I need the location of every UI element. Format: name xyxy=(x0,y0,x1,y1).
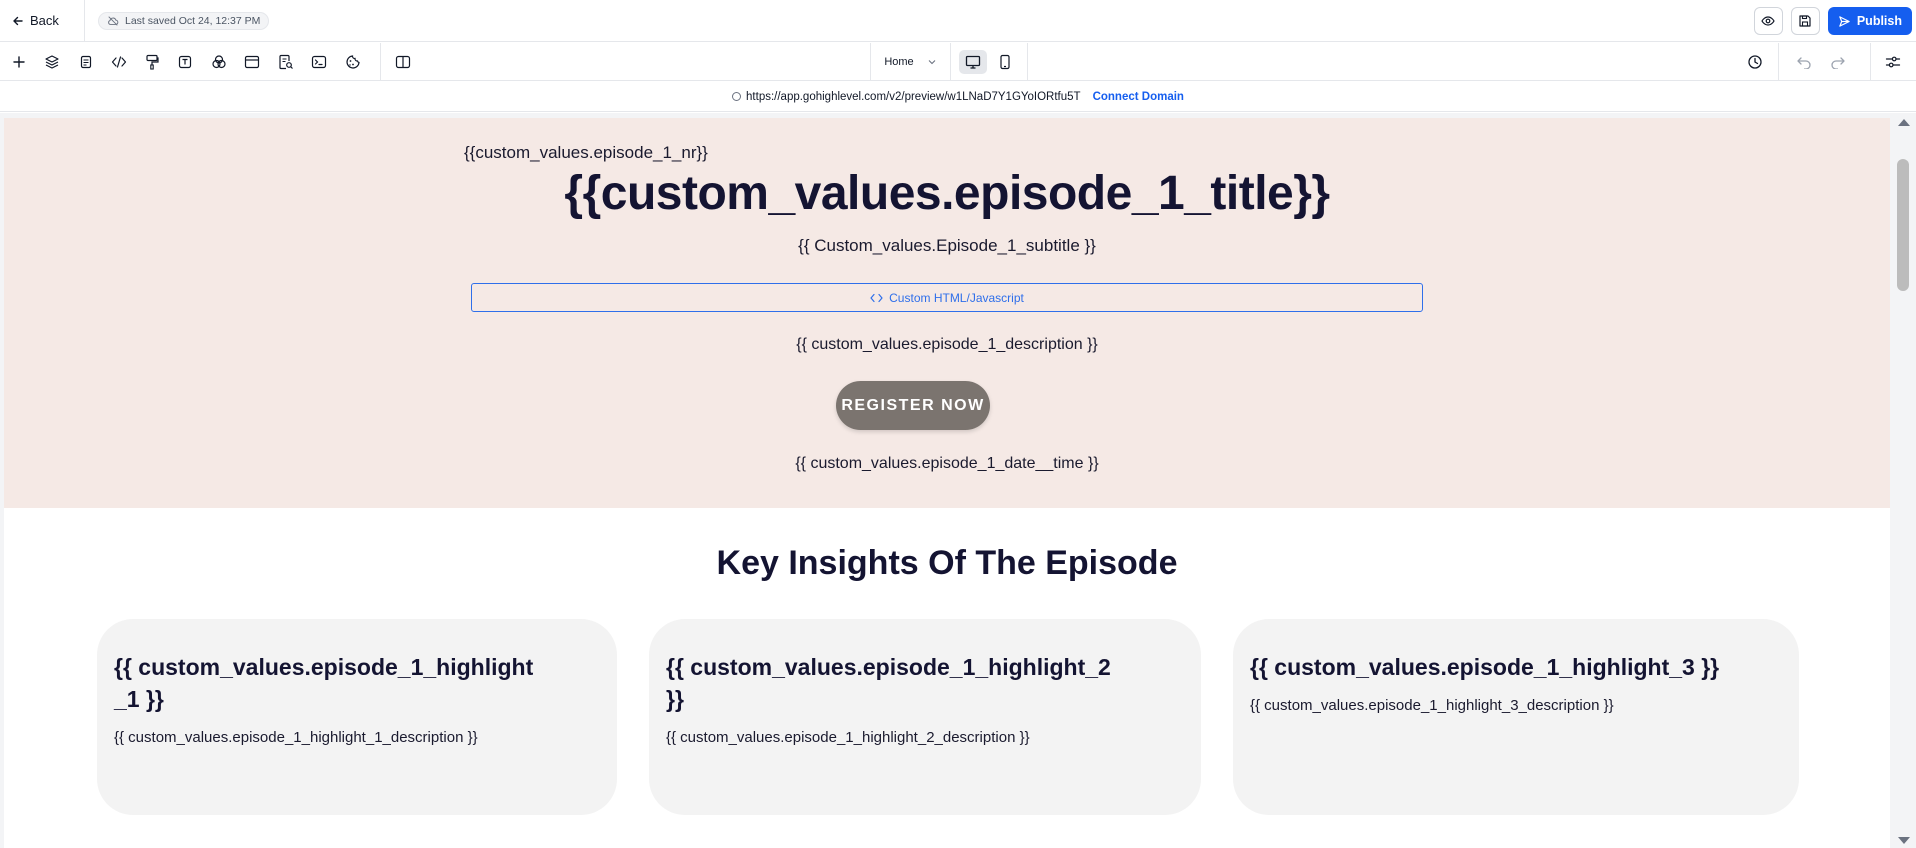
publish-button[interactable]: Publish xyxy=(1827,7,1912,35)
mobile-icon xyxy=(999,54,1011,70)
page-selector[interactable]: Home xyxy=(870,43,950,81)
highlight-description: {{ custom_values.episode_1_highlight_2_d… xyxy=(666,729,1030,746)
sliders-icon xyxy=(1885,55,1901,69)
highlight-card-2[interactable]: {{ custom_values.episode_1_highlight_2 }… xyxy=(649,619,1201,815)
scroll-down-icon[interactable] xyxy=(1898,837,1910,844)
layers-button[interactable] xyxy=(35,43,69,81)
back-label: Back xyxy=(30,13,59,28)
code-button[interactable] xyxy=(102,43,136,81)
custom-html-block[interactable]: Custom HTML/Javascript xyxy=(471,283,1423,312)
toolbar-divider xyxy=(1778,43,1779,81)
canvas-scrollbar[interactable] xyxy=(1890,113,1916,848)
register-now-button[interactable]: REGISTER NOW xyxy=(836,381,990,430)
highlight-title: {{ custom_values.episode_1_highlight_2 }… xyxy=(666,654,1111,712)
pages-icon xyxy=(79,55,93,69)
undo-button[interactable] xyxy=(1787,43,1821,81)
history-button[interactable] xyxy=(1738,43,1772,81)
styles-button[interactable] xyxy=(135,43,169,81)
split-view-button[interactable] xyxy=(386,43,420,81)
redo-button[interactable] xyxy=(1821,43,1855,81)
highlight-card-1[interactable]: {{ custom_values.episode_1_highlight_1 }… xyxy=(97,619,617,815)
arrow-left-icon xyxy=(12,15,24,27)
cookie-consent-button[interactable] xyxy=(336,43,370,81)
pages-button[interactable] xyxy=(69,43,103,81)
insights-heading[interactable]: Key Insights Of The Episode xyxy=(4,544,1890,583)
toolbar-divider xyxy=(950,43,951,81)
episode-title[interactable]: {{custom_values.episode_1_title}} xyxy=(4,166,1890,221)
add-icon xyxy=(12,55,26,69)
preview-button[interactable] xyxy=(1753,7,1783,35)
split-view-icon xyxy=(395,55,411,69)
scroll-up-icon[interactable] xyxy=(1898,119,1910,126)
toolbar-divider xyxy=(1870,43,1871,81)
send-icon xyxy=(1838,15,1851,28)
episode-number[interactable]: {{custom_values.episode_1_nr}} xyxy=(464,143,708,163)
settings-button[interactable] xyxy=(1876,43,1910,81)
paint-roller-icon xyxy=(145,54,159,70)
seo-button[interactable] xyxy=(269,43,303,81)
color-circles-icon xyxy=(211,54,227,70)
history-icon xyxy=(1747,54,1763,70)
redo-icon xyxy=(1830,55,1846,69)
text-icon xyxy=(178,55,192,69)
undo-icon xyxy=(1796,55,1812,69)
editor-toolbar: Home xyxy=(0,43,1916,81)
connect-domain-link[interactable]: Connect Domain xyxy=(1093,91,1184,103)
back-button[interactable]: Back xyxy=(0,0,85,42)
domain-status-icon xyxy=(732,92,742,101)
scroll-thumb[interactable] xyxy=(1897,159,1909,291)
terminal-icon xyxy=(311,55,327,69)
browser-window-icon xyxy=(244,55,260,69)
highlight-title: {{ custom_values.episode_1_highlight_3 }… xyxy=(1250,654,1720,680)
last-saved-badge: Last saved Oct 24, 12:37 PM xyxy=(98,11,270,30)
code-icon xyxy=(111,55,127,69)
page-preview: {{custom_values.episode_1_nr}} {{custom_… xyxy=(4,118,1890,848)
code-icon xyxy=(870,293,883,303)
desktop-view-button[interactable] xyxy=(959,50,987,74)
toolbar-divider xyxy=(380,43,381,81)
hero-section[interactable]: {{custom_values.episode_1_nr}} {{custom_… xyxy=(4,118,1890,508)
mobile-view-button[interactable] xyxy=(991,50,1019,74)
highlight-title: {{ custom_values.episode_1_highlight_1 }… xyxy=(114,654,534,712)
highlight-description: {{ custom_values.episode_1_highlight_1_d… xyxy=(114,729,478,746)
popup-button[interactable] xyxy=(235,43,269,81)
custom-html-label: Custom HTML/Javascript xyxy=(889,290,1024,305)
highlight-card-3[interactable]: {{ custom_values.episode_1_highlight_3 }… xyxy=(1233,619,1799,815)
eye-icon xyxy=(1761,14,1776,28)
chevron-down-icon xyxy=(928,59,936,65)
form-search-icon xyxy=(278,54,294,70)
highlight-description: {{ custom_values.episode_1_highlight_3_d… xyxy=(1250,697,1614,714)
cookie-icon xyxy=(345,54,361,70)
toolbar-divider xyxy=(1027,43,1028,81)
editor-canvas: {{custom_values.episode_1_nr}} {{custom_… xyxy=(0,113,1916,848)
episode-subtitle[interactable]: {{ Custom_values.Episode_1_subtitle }} xyxy=(4,236,1890,256)
tracking-code-button[interactable] xyxy=(302,43,336,81)
episode-description[interactable]: {{ custom_values.episode_1_description }… xyxy=(4,336,1890,354)
save-button[interactable] xyxy=(1790,7,1820,35)
colors-button[interactable] xyxy=(202,43,236,81)
preview-url-bar: https://app.gohighlevel.com/v2/preview/w… xyxy=(0,82,1916,112)
desktop-icon xyxy=(965,55,981,69)
page-selector-value: Home xyxy=(884,56,914,68)
last-saved-text: Last saved Oct 24, 12:37 PM xyxy=(125,14,261,27)
episode-date-time[interactable]: {{ custom_values.episode_1_date__time }} xyxy=(4,455,1890,473)
cloud-off-icon xyxy=(107,15,119,27)
save-icon xyxy=(1798,14,1812,28)
top-bar: Back Last saved Oct 24, 12:37 PM Publish xyxy=(0,0,1916,42)
preview-url[interactable]: https://app.gohighlevel.com/v2/preview/w… xyxy=(746,91,1081,103)
publish-label: Publish xyxy=(1856,14,1902,28)
add-element-button[interactable] xyxy=(2,43,36,81)
text-button[interactable] xyxy=(168,43,202,81)
layers-icon xyxy=(44,54,60,70)
